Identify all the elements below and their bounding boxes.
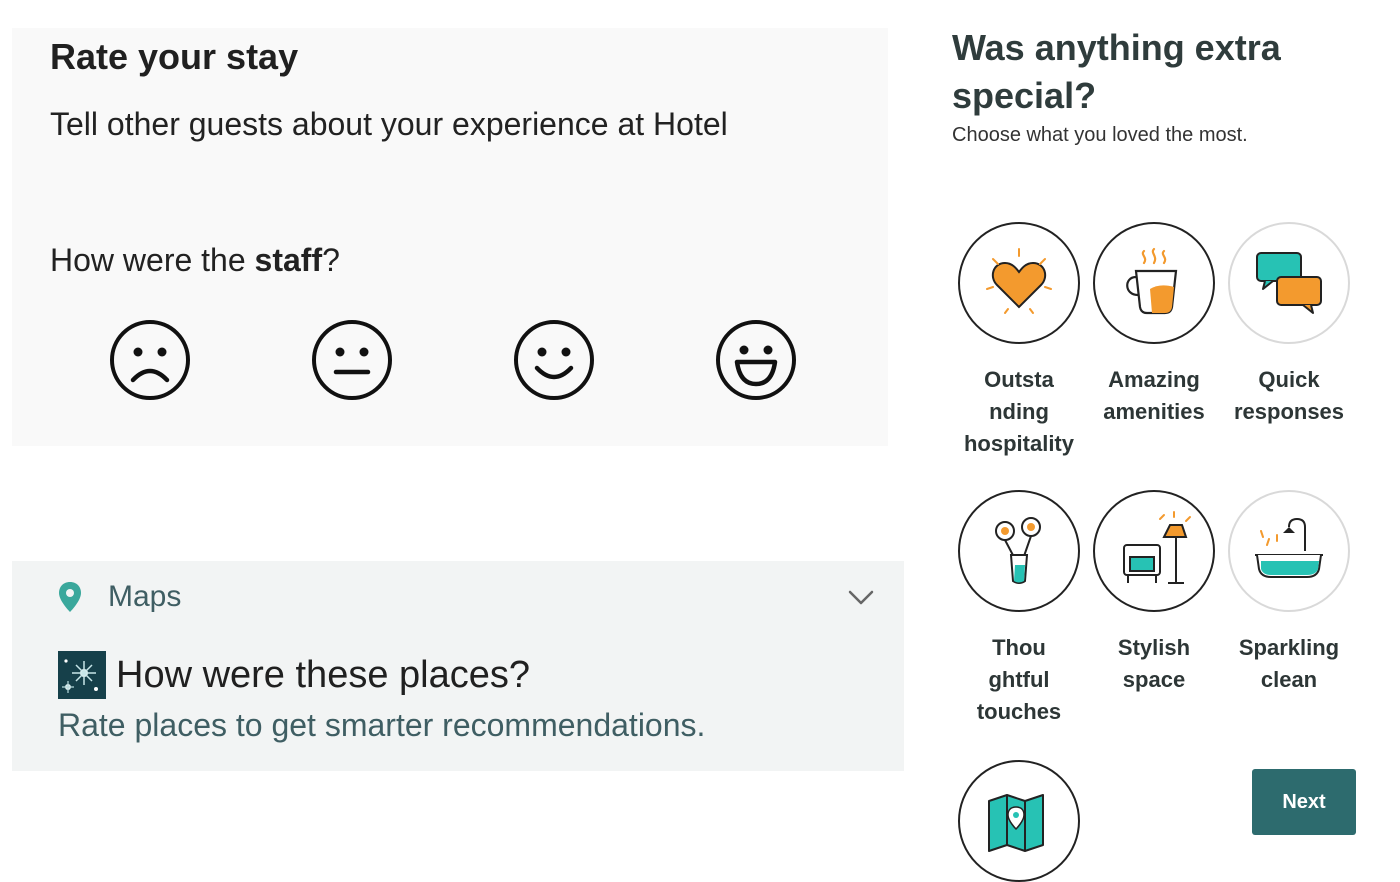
option-circle — [1228, 222, 1350, 344]
sad-face-icon — [110, 320, 190, 400]
chevron-down-icon[interactable] — [846, 585, 876, 609]
location-pin-icon — [59, 582, 81, 612]
face-rating-row — [12, 318, 888, 408]
question-suffix: ? — [322, 242, 340, 278]
rate-subtitle: Tell other guests about your experience … — [50, 106, 728, 142]
option-circle — [1093, 222, 1215, 344]
neutral-face-icon — [312, 320, 392, 400]
option-sparkling-clean[interactable]: Sparkling clean — [1224, 490, 1354, 696]
option-stylish-space[interactable]: Stylish space — [1089, 490, 1219, 696]
armchair-lamp-icon — [1123, 511, 1191, 584]
option-circle — [1228, 490, 1350, 612]
bathtub-icon — [1255, 517, 1323, 578]
question-prefix: How were the — [50, 242, 255, 278]
option-label: Outsta nding hospitality — [963, 367, 1074, 456]
notification-header: Maps — [56, 577, 181, 617]
option-label: Amazing amenities — [1103, 367, 1205, 424]
notification-body: Rate places to get smarter recommendatio… — [58, 707, 706, 743]
option-amazing-amenities[interactable]: Amazing amenities — [1089, 222, 1219, 428]
grin-face-button[interactable] — [714, 318, 798, 402]
notification-headline: How were these places? — [116, 653, 530, 696]
option-label: Quick responses — [1233, 367, 1345, 424]
option-thoughtful-touches[interactable]: Thou ghtful touches — [954, 490, 1084, 728]
coffee-cup-icon — [1126, 247, 1178, 315]
sparkle-icon — [58, 651, 106, 699]
staff-question: How were the staff? — [50, 242, 340, 279]
sad-face-button[interactable] — [108, 318, 192, 402]
option-circle — [1093, 490, 1215, 612]
neutral-face-button[interactable] — [310, 318, 394, 402]
notification-headline-row: How were these places? — [58, 649, 530, 701]
maps-app-name: Maps — [108, 580, 182, 613]
next-button[interactable]: Next — [1252, 769, 1356, 835]
extra-special-panel: Was anything extra special? Choose what … — [940, 0, 1400, 882]
option-label: Thou ghtful touches — [976, 635, 1062, 724]
flower-vase-icon — [995, 517, 1041, 584]
option-circle — [958, 760, 1080, 882]
option-map[interactable] — [954, 760, 1084, 882]
option-quick-responses[interactable]: Quick responses — [1224, 222, 1354, 428]
option-label: Stylish space — [1117, 635, 1191, 692]
rate-your-stay-panel: Rate your stay Tell other guests about y… — [12, 28, 888, 446]
rate-title: Rate your stay — [50, 36, 299, 77]
option-outstanding-hospitality[interactable]: Outsta nding hospitality — [954, 222, 1084, 460]
map-icon — [988, 794, 1044, 852]
special-title: Was anything extra special? — [952, 27, 1281, 116]
option-circle — [958, 490, 1080, 612]
grin-face-icon — [716, 320, 796, 400]
maps-notification[interactable]: Maps How were these places? Rate places … — [12, 561, 904, 771]
question-bold: staff — [254, 242, 323, 278]
smile-face-button[interactable] — [512, 318, 596, 402]
heart-icon — [986, 248, 1052, 314]
special-subtitle: Choose what you loved the most. — [952, 124, 1248, 146]
option-label: Sparkling clean — [1238, 635, 1340, 692]
smile-face-icon — [514, 320, 594, 400]
option-circle — [958, 222, 1080, 344]
chat-bubbles-icon — [1256, 252, 1322, 314]
